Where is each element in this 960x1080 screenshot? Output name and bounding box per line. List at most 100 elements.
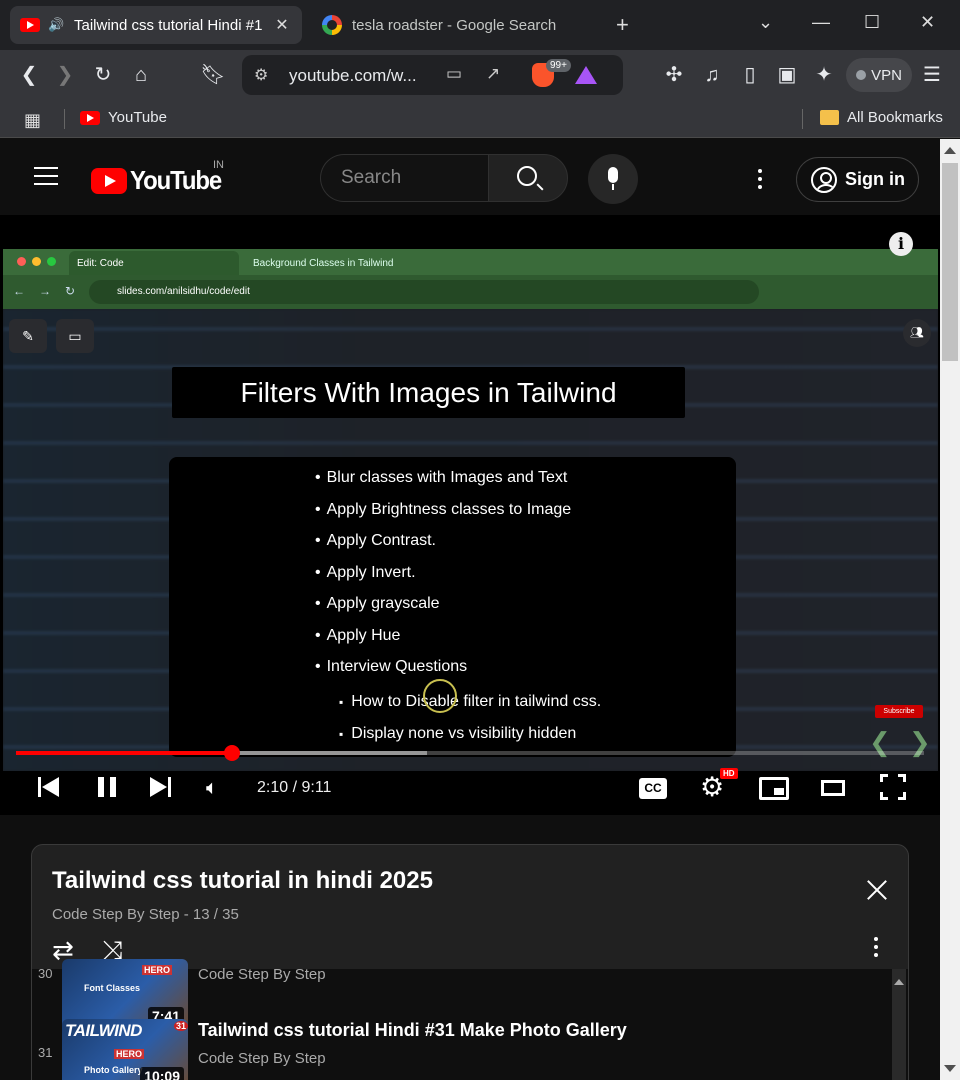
sign-in-label: Sign in [845, 169, 905, 189]
traffic-light-icons [17, 257, 56, 266]
recorded-tab: Edit: Code [69, 251, 239, 275]
leo-ai-icon[interactable]: ✦ [811, 62, 837, 88]
channel-name[interactable]: Code Step By Step [198, 1050, 326, 1067]
microphone-stand [612, 184, 614, 190]
google-favicon-icon [322, 15, 342, 35]
video-duration: 10:09 [140, 1067, 184, 1080]
volume-icon[interactable]: 🔈︎ [206, 777, 218, 800]
vpn-status-icon [856, 70, 867, 80]
tab-google-search[interactable]: tesla roadster - Google Search [312, 6, 604, 44]
wallet-icon[interactable]: ▣ [774, 62, 800, 88]
time-display: 2:10 / 9:11 [257, 779, 332, 796]
divider [64, 109, 65, 129]
tab-search-dropdown-icon[interactable]: ⌄ [758, 12, 773, 33]
close-window-button[interactable]: ✕ [920, 12, 935, 33]
playlist-more-icon[interactable] [874, 937, 878, 961]
bullet-item: Apply Invert. [315, 562, 601, 594]
video-title[interactable]: Tailwind css tutorial Hindi #31 Make Pho… [198, 1020, 627, 1041]
address-bar[interactable]: ⚙ youtube.com/w... ▭ ↗ 99+ [242, 55, 623, 95]
bookmark-icon[interactable]: 🔖︎ [200, 62, 226, 88]
sidebar-icon[interactable]: ▯ [737, 62, 763, 88]
scroll-up-icon[interactable] [894, 979, 904, 985]
recorded-forward-icon: → [39, 284, 51, 298]
minimize-button[interactable]: — [812, 12, 830, 33]
vpn-button[interactable]: VPN [846, 58, 912, 92]
info-icon[interactable]: i [889, 232, 913, 256]
apps-grid-icon[interactable]: ▦ [24, 110, 41, 131]
country-code: IN [213, 159, 224, 171]
next-video-icon[interactable] [150, 777, 172, 797]
video-frame[interactable]: Edit: Code Background Classes in Tailwin… [3, 249, 938, 771]
page-scrollbar[interactable] [940, 139, 960, 1080]
url-text: youtube.com/w... [289, 66, 417, 85]
forward-icon[interactable]: ❯ [52, 62, 78, 88]
scroll-down-arrow-icon[interactable] [944, 1065, 956, 1072]
site-settings-icon[interactable]: ⚙ [254, 65, 268, 85]
playlist-title[interactable]: Tailwind css tutorial in hindi 2025 [52, 867, 433, 895]
channel-name[interactable]: Code Step By Step [198, 966, 326, 983]
scrollbar-thumb[interactable] [942, 163, 958, 361]
playlist-scrollbar[interactable] [892, 969, 906, 1080]
close-icon[interactable] [864, 877, 890, 903]
bookmark-youtube[interactable]: YouTube [80, 109, 167, 126]
voice-search-button[interactable] [588, 154, 638, 204]
menu-icon[interactable]: ☰ [919, 62, 945, 88]
slide-bullets: Blur classes with Images and Text Apply … [315, 467, 602, 752]
browser-tab-bar: 🔊 Tailwind css tutorial Hindi #1 ✕ tesla… [0, 0, 960, 50]
slide-content: Blur classes with Images and Text Apply … [169, 457, 736, 757]
reload-icon[interactable]: ↻ [90, 62, 116, 88]
youtube-favicon-icon [80, 110, 100, 125]
search-icon [517, 166, 537, 186]
video-thumbnail[interactable]: TAILWIND 31 HERO Photo Gallery 10:09 [62, 1019, 188, 1080]
previous-video-icon[interactable] [38, 777, 60, 797]
sign-in-button[interactable]: Sign in [796, 157, 919, 202]
captions-icon[interactable]: CC [639, 778, 667, 799]
collaborators-icon: 👥︎ [903, 319, 931, 347]
scroll-up-arrow-icon[interactable] [944, 147, 956, 154]
bookmark-label: YouTube [108, 109, 167, 126]
browser-toolbar: ❮ ❯ ↻ ⌂ 🔖︎ ⚙ youtube.com/w... ▭ ↗ 99+ ✣ … [0, 50, 960, 100]
share-icon[interactable]: ↗ [486, 64, 500, 84]
slide-title: Filters With Images in Tailwind [172, 367, 685, 418]
progress-bar[interactable] [16, 745, 924, 761]
back-icon[interactable]: ❮ [16, 62, 42, 88]
recorded-url: slides.com/anilsidhu/code/edit [89, 280, 759, 304]
close-tab-icon[interactable]: ✕ [272, 15, 292, 35]
vpn-label: VPN [871, 66, 902, 84]
youtube-logo[interactable]: YouTube IN [91, 159, 229, 196]
music-icon[interactable]: ♫ [699, 62, 725, 88]
fullscreen-icon[interactable] [880, 774, 906, 800]
theater-mode-icon[interactable] [821, 780, 845, 796]
all-bookmarks-button[interactable]: All Bookmarks [820, 109, 943, 126]
home-icon[interactable]: ⌂ [128, 62, 154, 88]
guide-menu-icon[interactable] [34, 167, 58, 185]
search-input[interactable] [341, 167, 481, 189]
list-item[interactable]: 31 TAILWIND 31 HERO Photo Gallery 10:09 … [32, 1019, 892, 1080]
tab-youtube[interactable]: 🔊 Tailwind css tutorial Hindi #1 ✕ [10, 6, 302, 44]
subscribe-watermark: Subscribe [875, 705, 923, 718]
video-player[interactable]: Edit: Code Background Classes in Tailwin… [0, 215, 940, 815]
maximize-button[interactable]: ☐ [864, 12, 880, 33]
scrubber-handle[interactable] [224, 745, 241, 761]
brave-rewards-icon[interactable] [575, 66, 597, 84]
new-tab-button[interactable]: + [616, 12, 629, 38]
youtube-favicon-icon [20, 18, 40, 32]
mouse-highlight-ring [423, 679, 457, 713]
recorded-reload-icon: ↻ [65, 284, 76, 298]
playlist-subtitle: Code Step By Step - 13 / 35 [52, 906, 239, 923]
playlist-panel: Tailwind css tutorial in hindi 2025 Code… [31, 844, 909, 1080]
settings-more-icon[interactable] [758, 169, 762, 189]
hd-badge: HD [720, 768, 738, 779]
search-button[interactable] [488, 154, 568, 202]
cast-icon[interactable]: ▭ [446, 64, 462, 84]
pause-icon[interactable] [98, 777, 116, 797]
all-bookmarks-label: All Bookmarks [847, 109, 943, 126]
extensions-icon[interactable]: ✣ [661, 62, 687, 88]
player-controls: 🔈︎ 2:10 / 9:11 CC ⚙ HD [0, 765, 940, 815]
recorded-address-bar: ← → ↻ slides.com/anilsidhu/code/edit [3, 275, 938, 309]
speaker-icon[interactable]: 🔊 [48, 17, 66, 33]
tab-label: tesla roadster - Google Search [352, 16, 557, 34]
miniplayer-icon[interactable] [759, 777, 789, 800]
bullet-item: Apply grayscale [315, 593, 601, 625]
bookmarks-bar: ▦ YouTube All Bookmarks [0, 100, 960, 138]
